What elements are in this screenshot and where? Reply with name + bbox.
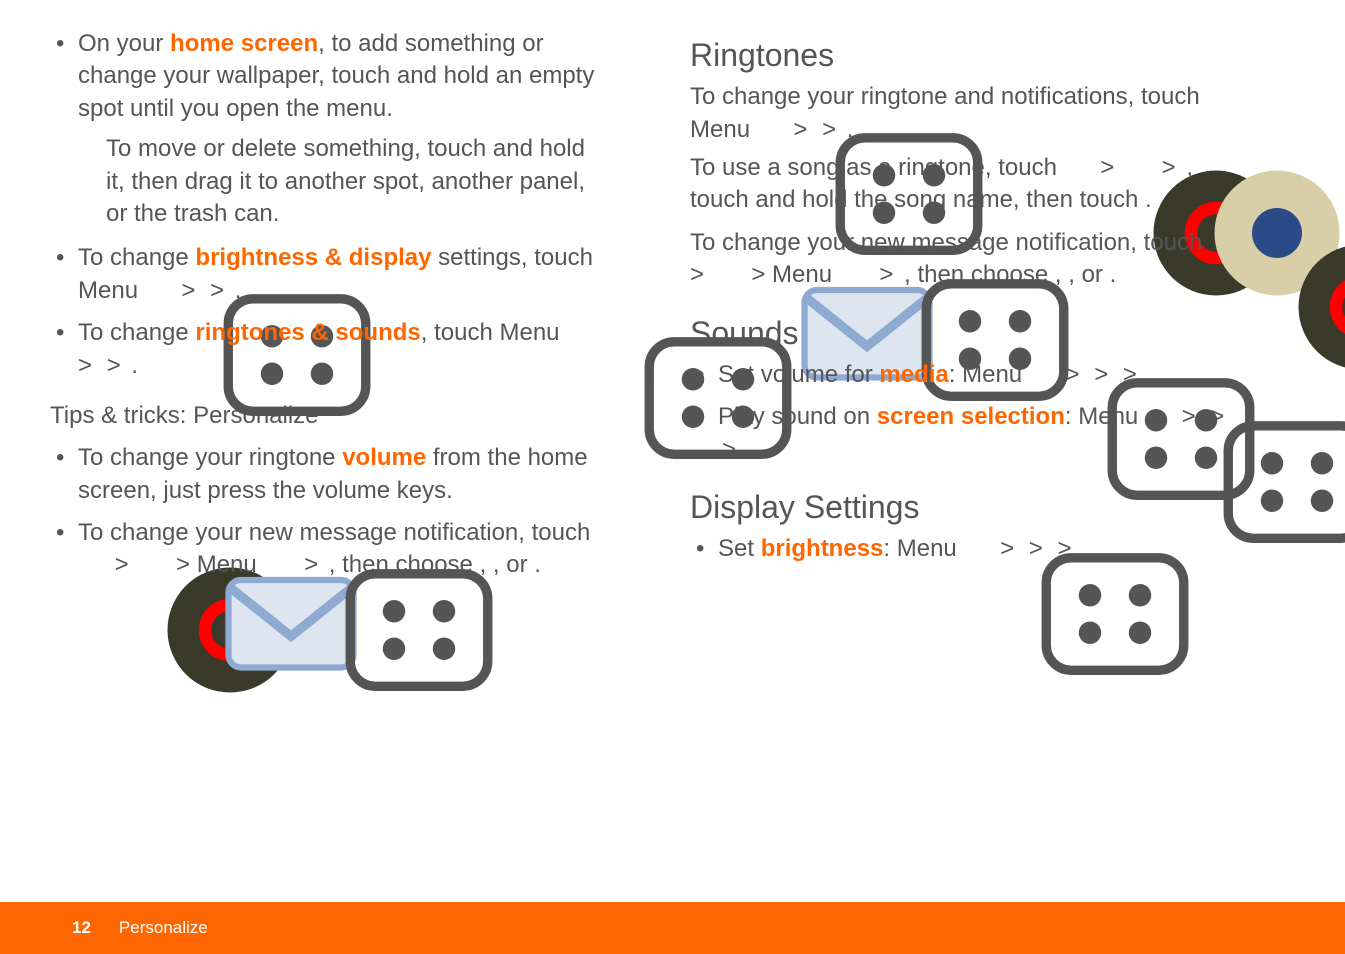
heading-ringtones: Ringtones (690, 34, 1250, 77)
text: . (235, 277, 242, 304)
text: Set (718, 535, 761, 562)
text: To change your new message notification,… (78, 519, 590, 546)
highlight: brightness & display (195, 244, 431, 271)
text: : Menu (883, 535, 963, 562)
separator: > (293, 551, 328, 578)
separator: > (206, 277, 235, 304)
menu-icon (965, 539, 987, 561)
separator: > (783, 116, 818, 143)
text: . (847, 116, 854, 143)
highlight: media (879, 361, 948, 388)
text: . (1145, 186, 1152, 213)
text: , touch Menu (421, 319, 566, 346)
separator: > (104, 551, 139, 578)
page-number: 12 (72, 918, 91, 938)
text: , then choose (904, 261, 1055, 288)
list-item: To change brightness & display settings,… (50, 242, 610, 307)
list-item: Set brightness: Menu > > > (690, 533, 1250, 565)
list-item: To change your ringtone volume from the … (50, 442, 610, 507)
text: To use a song as a ringtone, touch (690, 154, 1064, 181)
separator: > (869, 261, 904, 288)
text: , (480, 551, 493, 578)
app-icon (1211, 232, 1233, 254)
music-icon (1127, 158, 1149, 180)
text: : Menu (949, 361, 1029, 388)
highlight: volume (342, 444, 426, 471)
menu-icon (1031, 364, 1053, 386)
separator: > (1025, 535, 1054, 562)
text: , (1055, 261, 1068, 288)
sounds-list: Set volume for media: Menu > > > Play so… (690, 359, 1250, 466)
text: Set volume for (718, 361, 879, 388)
left-list-2: To change your ringtone volume from the … (50, 442, 610, 582)
separator: > (1151, 154, 1186, 181)
sub-paragraph: To move or delete something, touch and h… (78, 133, 610, 230)
paragraph: To change your ringtone and notification… (690, 81, 1250, 146)
list-item: To change ringtones & sounds, touch Menu… (50, 317, 610, 382)
menu-icon (147, 280, 169, 302)
separator: > Menu (741, 261, 843, 288)
text: On your (78, 30, 170, 57)
text: . (534, 551, 541, 578)
footer-bar: 12 Personalize (0, 902, 1345, 954)
text: To change your new message notification,… (690, 229, 1209, 256)
page-body: On your home screen, to add something or… (0, 0, 1345, 908)
separator: > (171, 277, 206, 304)
app-icon (1066, 158, 1088, 180)
separator: > (103, 352, 132, 379)
list-item: On your home screen, to add something or… (50, 28, 610, 230)
text: To change your ringtone (78, 444, 342, 471)
list-item: Set volume for media: Menu > > > (690, 359, 1250, 391)
separator: > (989, 535, 1024, 562)
separator: > (1171, 403, 1206, 430)
section-name: Personalize (119, 918, 208, 938)
separator: > (1090, 361, 1119, 388)
separator: > (818, 116, 847, 143)
separator: > Menu (165, 551, 267, 578)
separator: > (1055, 361, 1090, 388)
text: . (1110, 261, 1117, 288)
separator: > (1206, 403, 1228, 430)
separator: > (1090, 154, 1125, 181)
text: : Menu (1065, 403, 1145, 430)
list-item: To change your new message notification,… (50, 517, 610, 582)
highlight: brightness (761, 535, 884, 562)
menu-icon (1147, 407, 1169, 429)
messaging-icon (141, 555, 163, 577)
text: To change (78, 244, 195, 271)
highlight: ringtones & sounds (195, 319, 420, 346)
menu-icon (845, 265, 867, 287)
display-list: Set brightness: Menu > > > (690, 533, 1250, 565)
menu-icon (759, 119, 781, 141)
text: To change (78, 319, 195, 346)
text: , or (493, 551, 534, 578)
left-list-1: On your home screen, to add something or… (50, 28, 610, 382)
left-column: On your home screen, to add something or… (50, 28, 610, 908)
text: , then choose (329, 551, 480, 578)
highlight: home screen (170, 30, 318, 57)
list-item: Play sound on screen selection: Menu > >… (690, 401, 1250, 466)
text: menu. (320, 95, 393, 122)
separator: > (1053, 535, 1075, 562)
menu-icon (269, 555, 291, 577)
paragraph: To use a song as a ringtone, touch > > ,… (690, 152, 1250, 217)
app-icon (80, 555, 102, 577)
separator: > (718, 436, 740, 463)
text: , or (1068, 261, 1109, 288)
messaging-icon (717, 265, 739, 287)
highlight: screen selection (877, 403, 1065, 430)
separator: > (1119, 361, 1141, 388)
text: . (131, 352, 138, 379)
text: Play sound on (718, 403, 877, 430)
menu-icon (568, 323, 590, 345)
